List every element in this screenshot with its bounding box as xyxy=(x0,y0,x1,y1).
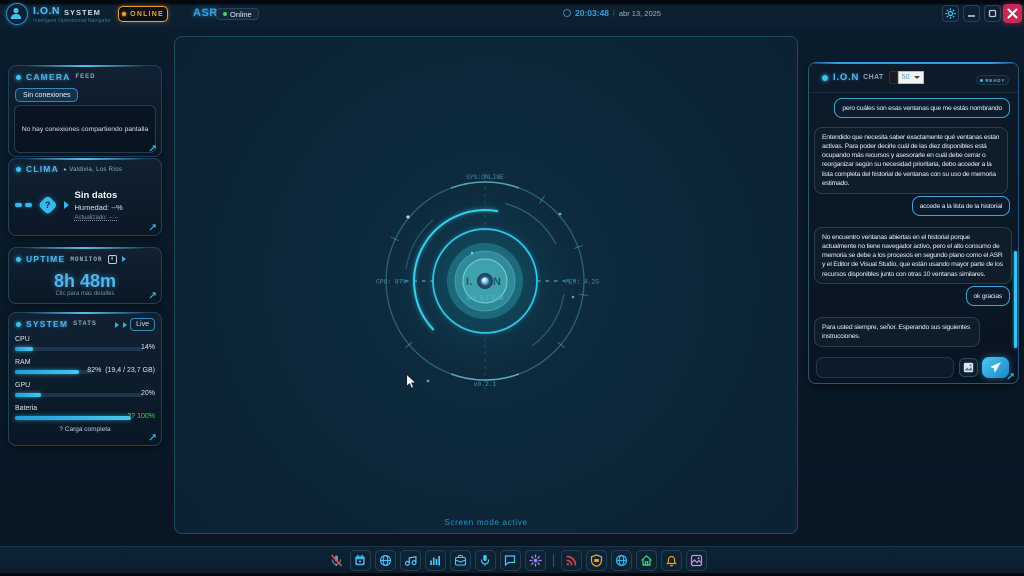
svg-text:SYSTEM: SYSTEM xyxy=(466,296,506,302)
svg-text:MEM: 4.2G: MEM: 4.2G xyxy=(565,279,599,286)
svg-text:N: N xyxy=(493,276,501,288)
svg-text:v0.2.1: v0.2.1 xyxy=(474,381,497,388)
svg-text:SYS:ONLINE: SYS:ONLINE xyxy=(466,174,504,181)
svg-text:CPU: 87%: CPU: 87% xyxy=(376,279,406,286)
svg-text:I.: I. xyxy=(466,276,473,288)
